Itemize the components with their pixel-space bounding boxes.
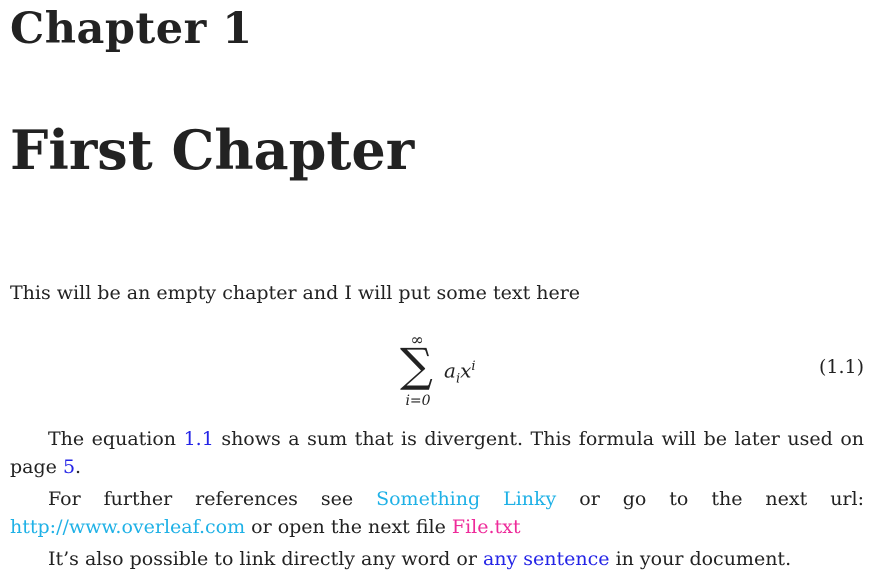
file-link[interactable]: File.txt [452, 516, 521, 538]
paragraph-equation-reference: The equation 1.1 shows a sum that is div… [10, 425, 864, 481]
equation-block: ∞ ∑ i=0 aixi (1.1) [10, 330, 864, 412]
intro-paragraph: This will be an empty chapter and I will… [10, 282, 581, 304]
term-x: x [460, 358, 472, 383]
paragraph-text: . [75, 456, 82, 478]
any-sentence-link[interactable]: any sentence [483, 548, 610, 570]
paragraph-references: For further references see Something Lin… [10, 485, 864, 541]
overleaf-url-link[interactable]: http://www.overleaf.com [10, 516, 245, 538]
chapter-number-heading: Chapter 1 [10, 4, 253, 54]
paragraph-text: It’s also possible to link directly any … [48, 548, 483, 570]
equation-reference-link[interactable]: 1.1 [184, 428, 214, 450]
paragraph-link-sentence: It’s also possible to link directly any … [10, 545, 864, 573]
paragraph-text: The equation [48, 428, 184, 450]
something-linky-link[interactable]: Something Linky [376, 488, 556, 510]
term-x-superscript: i [471, 359, 476, 374]
equation-number: (1.1) [818, 356, 864, 378]
sum-lower-limit: i=0 [405, 393, 431, 409]
sum-term: aixi [444, 354, 476, 393]
term-a: a [444, 358, 456, 383]
paragraph-text: in your document. [609, 548, 792, 570]
paragraph-text: For further references see [48, 488, 377, 510]
page-reference-link[interactable]: 5 [63, 456, 75, 478]
paragraph-text: or open the next file [245, 516, 452, 538]
summation-expression: ∞ ∑ i=0 aixi [394, 330, 504, 412]
chapter-title-heading: First Chapter [10, 118, 415, 182]
paragraph-text: or go to the next url: [556, 488, 864, 510]
sum-symbol: ∑ [400, 338, 433, 392]
